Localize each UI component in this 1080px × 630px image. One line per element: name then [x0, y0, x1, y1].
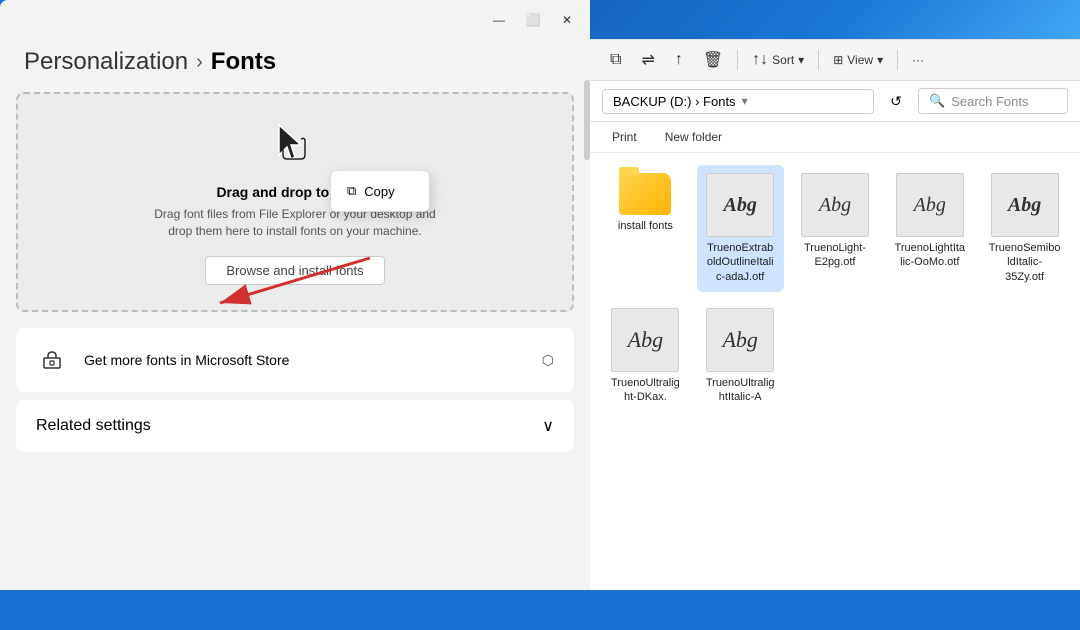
- store-item-left: Get more fonts in Microsoft Store: [36, 344, 289, 376]
- file-item-font-1[interactable]: Abg TruenoExtraboldOutlineItalic-adaJ.ot…: [697, 165, 784, 292]
- cursor-icon: [269, 119, 321, 176]
- file-item-font-3[interactable]: Abg TruenoLightItalic-OoMo.otf: [886, 165, 973, 292]
- folder-icon: [619, 173, 671, 215]
- drop-zone[interactable]: Drag and drop to install Drag font files…: [16, 92, 574, 312]
- view-icon: ⊞: [833, 53, 843, 67]
- refresh-button[interactable]: ↺: [882, 87, 910, 115]
- copy-toolbar-button[interactable]: ⧉: [602, 47, 629, 73]
- sort-button[interactable]: ↑↓ Sort ▾: [744, 47, 812, 73]
- more-icon: ···: [912, 53, 924, 67]
- file-name-3: TruenoLightItalic-OoMo.otf: [894, 241, 966, 270]
- file-name-1: TruenoExtraboldOutlineItalic-adaJ.otf: [704, 241, 776, 284]
- store-label: Get more fonts in Microsoft Store: [84, 352, 289, 368]
- file-item-font-6[interactable]: Abg TruenoUltralightItalic-A: [697, 300, 784, 413]
- file-name-4: TruenoSemiboldItalic-35Zy.otf: [989, 241, 1061, 284]
- search-box[interactable]: 🔍 Search Fonts: [918, 88, 1068, 114]
- share-toolbar-icon: ↑: [675, 51, 683, 69]
- file-item-font-2[interactable]: Abg TruenoLight-E2pg.otf: [792, 165, 879, 292]
- search-placeholder: Search Fonts: [951, 94, 1028, 109]
- file-item-folder[interactable]: install fonts: [602, 165, 689, 292]
- font-preview-text-4: Abg: [1008, 194, 1041, 217]
- settings-content: Drag and drop to install Drag font files…: [0, 92, 590, 590]
- toolbar-separator-1: [737, 50, 738, 70]
- file-name-6: TruenoUltralightItalic-A: [704, 376, 776, 405]
- copy-toolbar-icon: ⧉: [610, 51, 621, 69]
- title-bar-controls: — ⬜ ✕: [484, 8, 582, 32]
- view-button[interactable]: ⊞ View ▾: [825, 49, 891, 71]
- file-name-2: TruenoLight-E2pg.otf: [799, 241, 871, 270]
- copy-label: Copy: [364, 184, 394, 199]
- font-preview-4: Abg: [991, 173, 1059, 237]
- explorer-content: install fonts Abg TruenoExtraboldOutline…: [590, 153, 1080, 590]
- related-settings-label: Related settings: [36, 417, 151, 435]
- settings-panel: — ⬜ ✕ Personalization › Fonts: [0, 0, 590, 590]
- settings-scrollbar[interactable]: [584, 40, 590, 630]
- rename-toolbar-button[interactable]: ⇌: [633, 46, 662, 74]
- explorer-title-bar: [590, 0, 1080, 40]
- address-path[interactable]: BACKUP (D:) › Fonts ▾: [602, 89, 874, 114]
- path-dropdown-icon[interactable]: ▾: [742, 94, 748, 108]
- breadcrumb: Personalization › Fonts: [24, 48, 566, 76]
- view-label: View: [847, 53, 873, 67]
- context-menu: ⧉ Copy: [330, 170, 430, 212]
- toolbar-separator-3: [897, 50, 898, 70]
- explorer-sub-toolbar: Print New folder: [590, 122, 1080, 153]
- minimize-button[interactable]: —: [484, 8, 514, 32]
- font-preview-text-6: Abg: [722, 327, 757, 353]
- font-preview-1: Abg: [706, 173, 774, 237]
- sort-chevron-icon: ▾: [798, 53, 804, 67]
- file-name-folder: install fonts: [618, 219, 673, 233]
- related-settings-item[interactable]: Related settings ∨: [16, 400, 574, 452]
- copy-icon: ⧉: [347, 183, 356, 199]
- explorer-toolbar: ⧉ ⇌ ↑ 🗑 ↑↓ Sort ▾ ⊞ View ▾: [590, 40, 1080, 81]
- font-preview-6: Abg: [706, 308, 774, 372]
- font-preview-text-1: Abg: [724, 194, 757, 217]
- path-text: BACKUP (D:) › Fonts: [613, 94, 736, 109]
- explorer-panel: ⧉ ⇌ ↑ 🗑 ↑↓ Sort ▾ ⊞ View ▾: [590, 0, 1080, 590]
- close-button[interactable]: ✕: [552, 8, 582, 32]
- browse-button[interactable]: Browse and install fonts: [205, 256, 384, 285]
- breadcrumb-separator: ›: [196, 51, 203, 74]
- search-icon: 🔍: [929, 93, 945, 109]
- store-icon: [36, 344, 68, 376]
- breadcrumb-area: Personalization › Fonts: [0, 40, 590, 92]
- font-preview-text-5: Abg: [628, 327, 663, 353]
- share-toolbar-button[interactable]: ↑: [667, 47, 691, 73]
- maximize-button[interactable]: ⬜: [518, 8, 548, 32]
- explorer-address-bar: BACKUP (D:) › Fonts ▾ ↺ 🔍 Search Fonts: [590, 81, 1080, 122]
- delete-toolbar-button[interactable]: 🗑: [695, 46, 731, 74]
- font-preview-3: Abg: [896, 173, 964, 237]
- refresh-icon: ↺: [890, 93, 902, 110]
- rename-toolbar-icon: ⇌: [641, 50, 654, 70]
- font-preview-5: Abg: [611, 308, 679, 372]
- toolbar-separator-2: [818, 50, 819, 70]
- print-button[interactable]: Print: [602, 126, 647, 148]
- view-chevron-icon: ▾: [877, 53, 883, 67]
- sort-label: Sort: [772, 53, 794, 67]
- related-settings-chevron: ∨: [542, 416, 554, 436]
- breadcrumb-current: Fonts: [211, 48, 276, 76]
- file-grid: install fonts Abg TruenoExtraboldOutline…: [602, 165, 1068, 412]
- copy-menu-item[interactable]: ⧉ Copy: [331, 175, 429, 207]
- store-item[interactable]: Get more fonts in Microsoft Store ⬡: [16, 328, 574, 392]
- font-preview-2: Abg: [801, 173, 869, 237]
- font-preview-text-3: Abg: [914, 194, 946, 217]
- font-preview-text-2: Abg: [819, 194, 851, 217]
- new-folder-button[interactable]: New folder: [655, 126, 732, 148]
- file-name-5: TruenoUltralight-DKax.: [609, 376, 681, 405]
- file-item-font-4[interactable]: Abg TruenoSemiboldItalic-35Zy.otf: [981, 165, 1068, 292]
- file-item-font-5[interactable]: Abg TruenoUltralight-DKax.: [602, 300, 689, 413]
- sort-icon: ↑↓: [752, 51, 768, 69]
- delete-toolbar-icon: 🗑: [703, 50, 723, 70]
- title-bar: — ⬜ ✕: [0, 0, 590, 40]
- window-container: — ⬜ ✕ Personalization › Fonts: [0, 0, 1080, 590]
- breadcrumb-parent[interactable]: Personalization: [24, 48, 188, 76]
- external-link-icon: ⬡: [542, 352, 554, 369]
- more-toolbar-button[interactable]: ···: [904, 49, 932, 71]
